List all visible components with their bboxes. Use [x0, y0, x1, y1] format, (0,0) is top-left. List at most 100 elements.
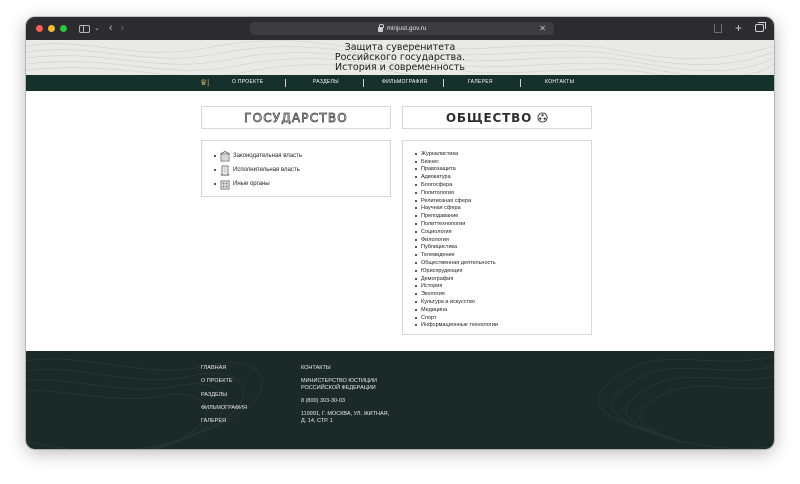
society-item-label: Блогосфера: [421, 182, 453, 189]
society-item[interactable]: Политтехнологии: [415, 220, 591, 228]
society-item-label: Демография: [421, 275, 454, 282]
nav-item-about[interactable]: О ПРОЕКТЕ: [232, 79, 263, 85]
eagle-emblem-icon[interactable]: ♛|: [200, 78, 209, 87]
footer-link-gallery[interactable]: ГАЛЕРЕЯ: [201, 418, 247, 431]
bullet: [415, 168, 417, 171]
footer-link-about[interactable]: О ПРОЕКТЕ: [201, 378, 247, 391]
footer-nav: ГЛАВНАЯ О ПРОЕКТЕ РАЗДЕЛЫ ФИЛЬМОГРАФИЯ Г…: [201, 365, 247, 431]
close-window-button[interactable]: [36, 25, 43, 32]
bullet: [415, 207, 417, 210]
bullet: [415, 285, 417, 288]
footer-link-home[interactable]: ГЛАВНАЯ: [201, 365, 247, 378]
bullet: [415, 293, 417, 296]
society-item[interactable]: Медицина: [415, 306, 591, 314]
institution-icon: [220, 180, 230, 189]
society-item-label: Политтехнологии: [421, 221, 466, 228]
society-item-label: Информационные технологии: [421, 322, 498, 329]
state-item-other[interactable]: Иные органы: [214, 177, 390, 191]
footer-contacts-heading[interactable]: КОНТАКТЫ: [301, 365, 389, 378]
site-header: Защита суверенитета Российского государс…: [26, 40, 774, 75]
society-heading-box[interactable]: ОБЩЕСТВО: [402, 106, 592, 129]
society-item[interactable]: Преподавание: [415, 212, 591, 220]
society-item[interactable]: Телевидение: [415, 251, 591, 259]
share-icon[interactable]: [713, 23, 722, 33]
browser-toolbar: ⌄ ‹ › minjust.gov.ru ✕ +: [26, 17, 774, 40]
lock-icon: [377, 24, 384, 32]
footer-contacts: КОНТАКТЫ МИНИСТЕРСТВО ЮСТИЦИИ РОССИЙСКОЙ…: [301, 365, 389, 425]
toolbar-actions: +: [713, 22, 766, 34]
nav-divider: [285, 79, 286, 87]
bullet: [415, 269, 417, 272]
society-item-label: Спорт: [421, 314, 437, 321]
society-item-label: Научная сфера: [421, 205, 461, 212]
nav-item-sections[interactable]: РАЗДЕЛЫ: [313, 79, 339, 85]
state-item-executive[interactable]: Исполнительная власть: [214, 163, 390, 177]
society-item[interactable]: Культура и искусство: [415, 298, 591, 306]
society-item[interactable]: Бизнес: [415, 158, 591, 166]
bullet: [214, 155, 216, 157]
society-item[interactable]: Информационные технологии: [415, 322, 591, 330]
address-bar[interactable]: minjust.gov.ru ✕: [250, 22, 554, 35]
tab-overview-icon[interactable]: [755, 22, 766, 32]
back-button[interactable]: ‹: [109, 23, 113, 34]
nav-item-filmography[interactable]: ФИЛЬМОГРАФИЯ: [382, 79, 427, 85]
minimize-window-button[interactable]: [48, 25, 55, 32]
society-item-label: Телевидение: [421, 252, 455, 259]
bullet: [415, 152, 417, 155]
zoom-window-button[interactable]: [60, 25, 67, 32]
footer-topographic-pattern: [26, 355, 774, 449]
state-item-legislative[interactable]: Законодательная власть: [214, 149, 390, 163]
bullet: [415, 308, 417, 311]
society-item[interactable]: Экология: [415, 290, 591, 298]
society-item-label: Политология: [421, 189, 454, 196]
bullet: [415, 215, 417, 218]
bullet: [415, 316, 417, 319]
bullet: [415, 223, 417, 226]
bullet: [415, 191, 417, 194]
clear-url-icon[interactable]: ✕: [539, 24, 546, 33]
society-item[interactable]: Публицистика: [415, 244, 591, 252]
browser-window: ⌄ ‹ › minjust.gov.ru ✕ + Защита суверени…: [26, 17, 774, 449]
society-item[interactable]: Социология: [415, 228, 591, 236]
nav-item-contacts[interactable]: КОНТАКТЫ: [545, 79, 574, 85]
society-item[interactable]: Блогосфера: [415, 181, 591, 189]
nav-item-gallery[interactable]: ГАЛЕРЕЯ: [468, 79, 493, 85]
bullet: [415, 254, 417, 257]
footer-link-sections[interactable]: РАЗДЕЛЫ: [201, 392, 247, 405]
society-item[interactable]: Религиозная сфера: [415, 197, 591, 205]
society-item[interactable]: Юриспруденция: [415, 267, 591, 275]
society-item[interactable]: Журналистика: [415, 150, 591, 158]
bullet: [214, 183, 216, 185]
society-item[interactable]: Спорт: [415, 314, 591, 322]
society-item-label: Адвокатура: [421, 174, 451, 181]
society-item[interactable]: Филология: [415, 236, 591, 244]
nav-divider: [443, 79, 444, 87]
society-heading: ОБЩЕСТВО: [445, 110, 533, 125]
state-item-label: Исполнительная власть: [233, 167, 300, 173]
society-item[interactable]: Демография: [415, 275, 591, 283]
society-item-label: Журналистика: [421, 150, 459, 157]
society-item-label: Правозащита: [421, 166, 456, 173]
society-item[interactable]: Адвокатура: [415, 173, 591, 181]
forward-button[interactable]: ›: [121, 23, 125, 34]
society-item-label: История: [421, 283, 443, 290]
society-item[interactable]: Правозащита: [415, 166, 591, 174]
state-list: Законодательная власть Исполнительная вл…: [202, 141, 390, 191]
new-tab-button[interactable]: +: [735, 22, 742, 34]
bullet: [415, 246, 417, 249]
bullet: [415, 199, 417, 202]
state-list-box: Законодательная власть Исполнительная вл…: [201, 140, 391, 197]
society-item[interactable]: История: [415, 283, 591, 291]
society-item-label: Преподавание: [421, 213, 459, 220]
society-item[interactable]: Политология: [415, 189, 591, 197]
nav-divider: [363, 79, 364, 87]
society-item[interactable]: Научная сфера: [415, 205, 591, 213]
footer-phone[interactable]: 8 (800) 303-30-03: [301, 398, 389, 411]
chevron-down-icon[interactable]: ⌄: [94, 25, 100, 32]
state-heading-box[interactable]: ГОСУДАРСТВО: [201, 106, 391, 129]
sidebar-toggle-icon[interactable]: [79, 24, 90, 33]
society-item[interactable]: Общественная деятельность: [415, 259, 591, 267]
site-title-line: История и современность: [335, 62, 465, 74]
footer-link-filmography[interactable]: ФИЛЬМОГРАФИЯ: [201, 405, 247, 418]
society-item-label: Филология: [421, 236, 449, 243]
